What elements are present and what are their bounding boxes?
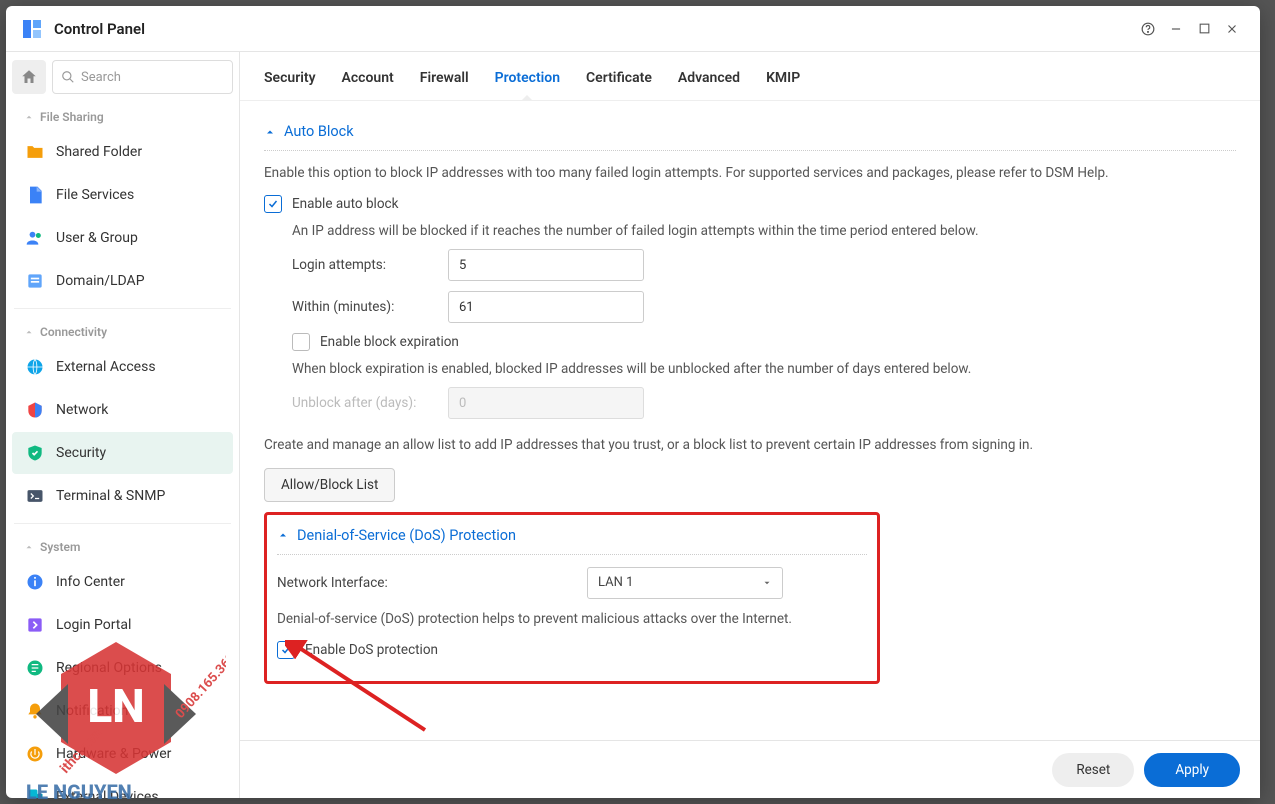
auto-block-sub: An IP address will be blocked if it reac… — [292, 223, 1236, 239]
tab-kmip[interactable]: KMIP — [766, 70, 800, 100]
enable-auto-block-checkbox[interactable] — [264, 195, 282, 213]
file-icon — [24, 184, 46, 206]
tab-security[interactable]: Security — [264, 70, 316, 100]
sidebar-item-hardware-power[interactable]: Hardware & Power — [12, 733, 233, 775]
window-title: Control Panel — [54, 20, 145, 38]
tab-firewall[interactable]: Firewall — [420, 70, 469, 100]
expiration-desc: When block expiration is enabled, blocke… — [292, 361, 1236, 377]
sidebar-item-notification[interactable]: Notification — [12, 690, 233, 732]
sidebar-item-user-group[interactable]: User & Group — [12, 217, 233, 259]
app-icon — [20, 17, 44, 41]
group-file-sharing[interactable]: File Sharing — [12, 100, 233, 130]
unblock-label: Unblock after (days): — [292, 395, 448, 411]
reset-button[interactable]: Reset — [1052, 753, 1134, 787]
folder-icon — [24, 141, 46, 163]
maximize-button[interactable] — [1190, 15, 1218, 43]
network-interface-label: Network Interface: — [277, 575, 587, 591]
portal-icon — [24, 614, 46, 636]
dos-highlight-box: Denial-of-Service (DoS) Protection Netwo… — [264, 512, 880, 684]
tab-protection[interactable]: Protection — [495, 70, 560, 100]
titlebar: Control Panel — [6, 6, 1260, 52]
enable-dos-checkbox[interactable] — [277, 641, 295, 659]
close-button[interactable] — [1218, 15, 1246, 43]
control-panel-window: Control Panel Search File Sharing Shared… — [6, 6, 1260, 798]
dos-desc: Denial-of-service (DoS) protection helps… — [277, 609, 867, 629]
sidebar-item-shared-folder[interactable]: Shared Folder — [12, 131, 233, 173]
globe-icon — [24, 356, 46, 378]
sidebar-item-login-portal[interactable]: Login Portal — [12, 604, 233, 646]
footer: Reset Apply — [240, 740, 1260, 798]
home-button[interactable] — [12, 60, 46, 94]
group-connectivity[interactable]: Connectivity — [12, 315, 233, 345]
sidebar-item-terminal-snmp[interactable]: Terminal & SNMP — [12, 475, 233, 517]
unblock-input — [448, 387, 644, 419]
within-input[interactable] — [448, 291, 644, 323]
within-label: Within (minutes): — [292, 299, 448, 315]
enable-dos-label: Enable DoS protection — [305, 642, 438, 658]
tabs: Security Account Firewall Protection Cer… — [240, 52, 1260, 101]
sidebar-item-external-access[interactable]: External Access — [12, 346, 233, 388]
search-placeholder: Search — [81, 70, 121, 85]
allow-block-list-button[interactable]: Allow/Block List — [264, 468, 395, 502]
bell-icon — [24, 700, 46, 722]
info-icon — [24, 571, 46, 593]
sidebar-item-file-services[interactable]: File Services — [12, 174, 233, 216]
help-button[interactable] — [1134, 15, 1162, 43]
apply-button[interactable]: Apply — [1144, 753, 1240, 787]
chevron-down-icon — [762, 578, 772, 588]
section-dos[interactable]: Denial-of-Service (DoS) Protection — [277, 519, 867, 555]
power-icon — [24, 743, 46, 765]
list-desc: Create and manage an allow list to add I… — [264, 435, 1236, 455]
tab-certificate[interactable]: Certificate — [586, 70, 652, 100]
sidebar-item-security[interactable]: Security — [12, 432, 233, 474]
regional-icon — [24, 657, 46, 679]
tab-account[interactable]: Account — [342, 70, 394, 100]
enable-auto-block-label: Enable auto block — [292, 196, 398, 212]
sidebar-item-domain-ldap[interactable]: Domain/LDAP — [12, 260, 233, 302]
terminal-icon — [24, 485, 46, 507]
sidebar: Search File Sharing Shared Folder File S… — [6, 52, 240, 798]
sidebar-item-external-devices[interactable]: External Devices — [12, 776, 233, 798]
sidebar-item-regional-options[interactable]: Regional Options — [12, 647, 233, 689]
group-system[interactable]: System — [12, 530, 233, 560]
search-input[interactable]: Search — [52, 60, 233, 94]
users-icon — [24, 227, 46, 249]
domain-icon — [24, 270, 46, 292]
minimize-button[interactable] — [1162, 15, 1190, 43]
auto-block-intro: Enable this option to block IP addresses… — [264, 163, 1236, 183]
devices-icon — [24, 786, 46, 798]
main-panel: Security Account Firewall Protection Cer… — [240, 52, 1260, 798]
network-interface-dropdown[interactable]: LAN 1 — [587, 567, 783, 599]
sidebar-item-info-center[interactable]: Info Center — [12, 561, 233, 603]
login-attempts-input[interactable] — [448, 249, 644, 281]
shield-icon — [24, 442, 46, 464]
enable-block-expiration-label: Enable block expiration — [320, 334, 459, 350]
sidebar-item-network[interactable]: Network — [12, 389, 233, 431]
enable-block-expiration-checkbox[interactable] — [292, 333, 310, 351]
login-attempts-label: Login attempts: — [292, 257, 448, 273]
network-icon — [24, 399, 46, 421]
content-area: Auto Block Enable this option to block I… — [240, 101, 1260, 798]
section-auto-block[interactable]: Auto Block — [264, 115, 1236, 151]
tab-advanced[interactable]: Advanced — [678, 70, 740, 100]
